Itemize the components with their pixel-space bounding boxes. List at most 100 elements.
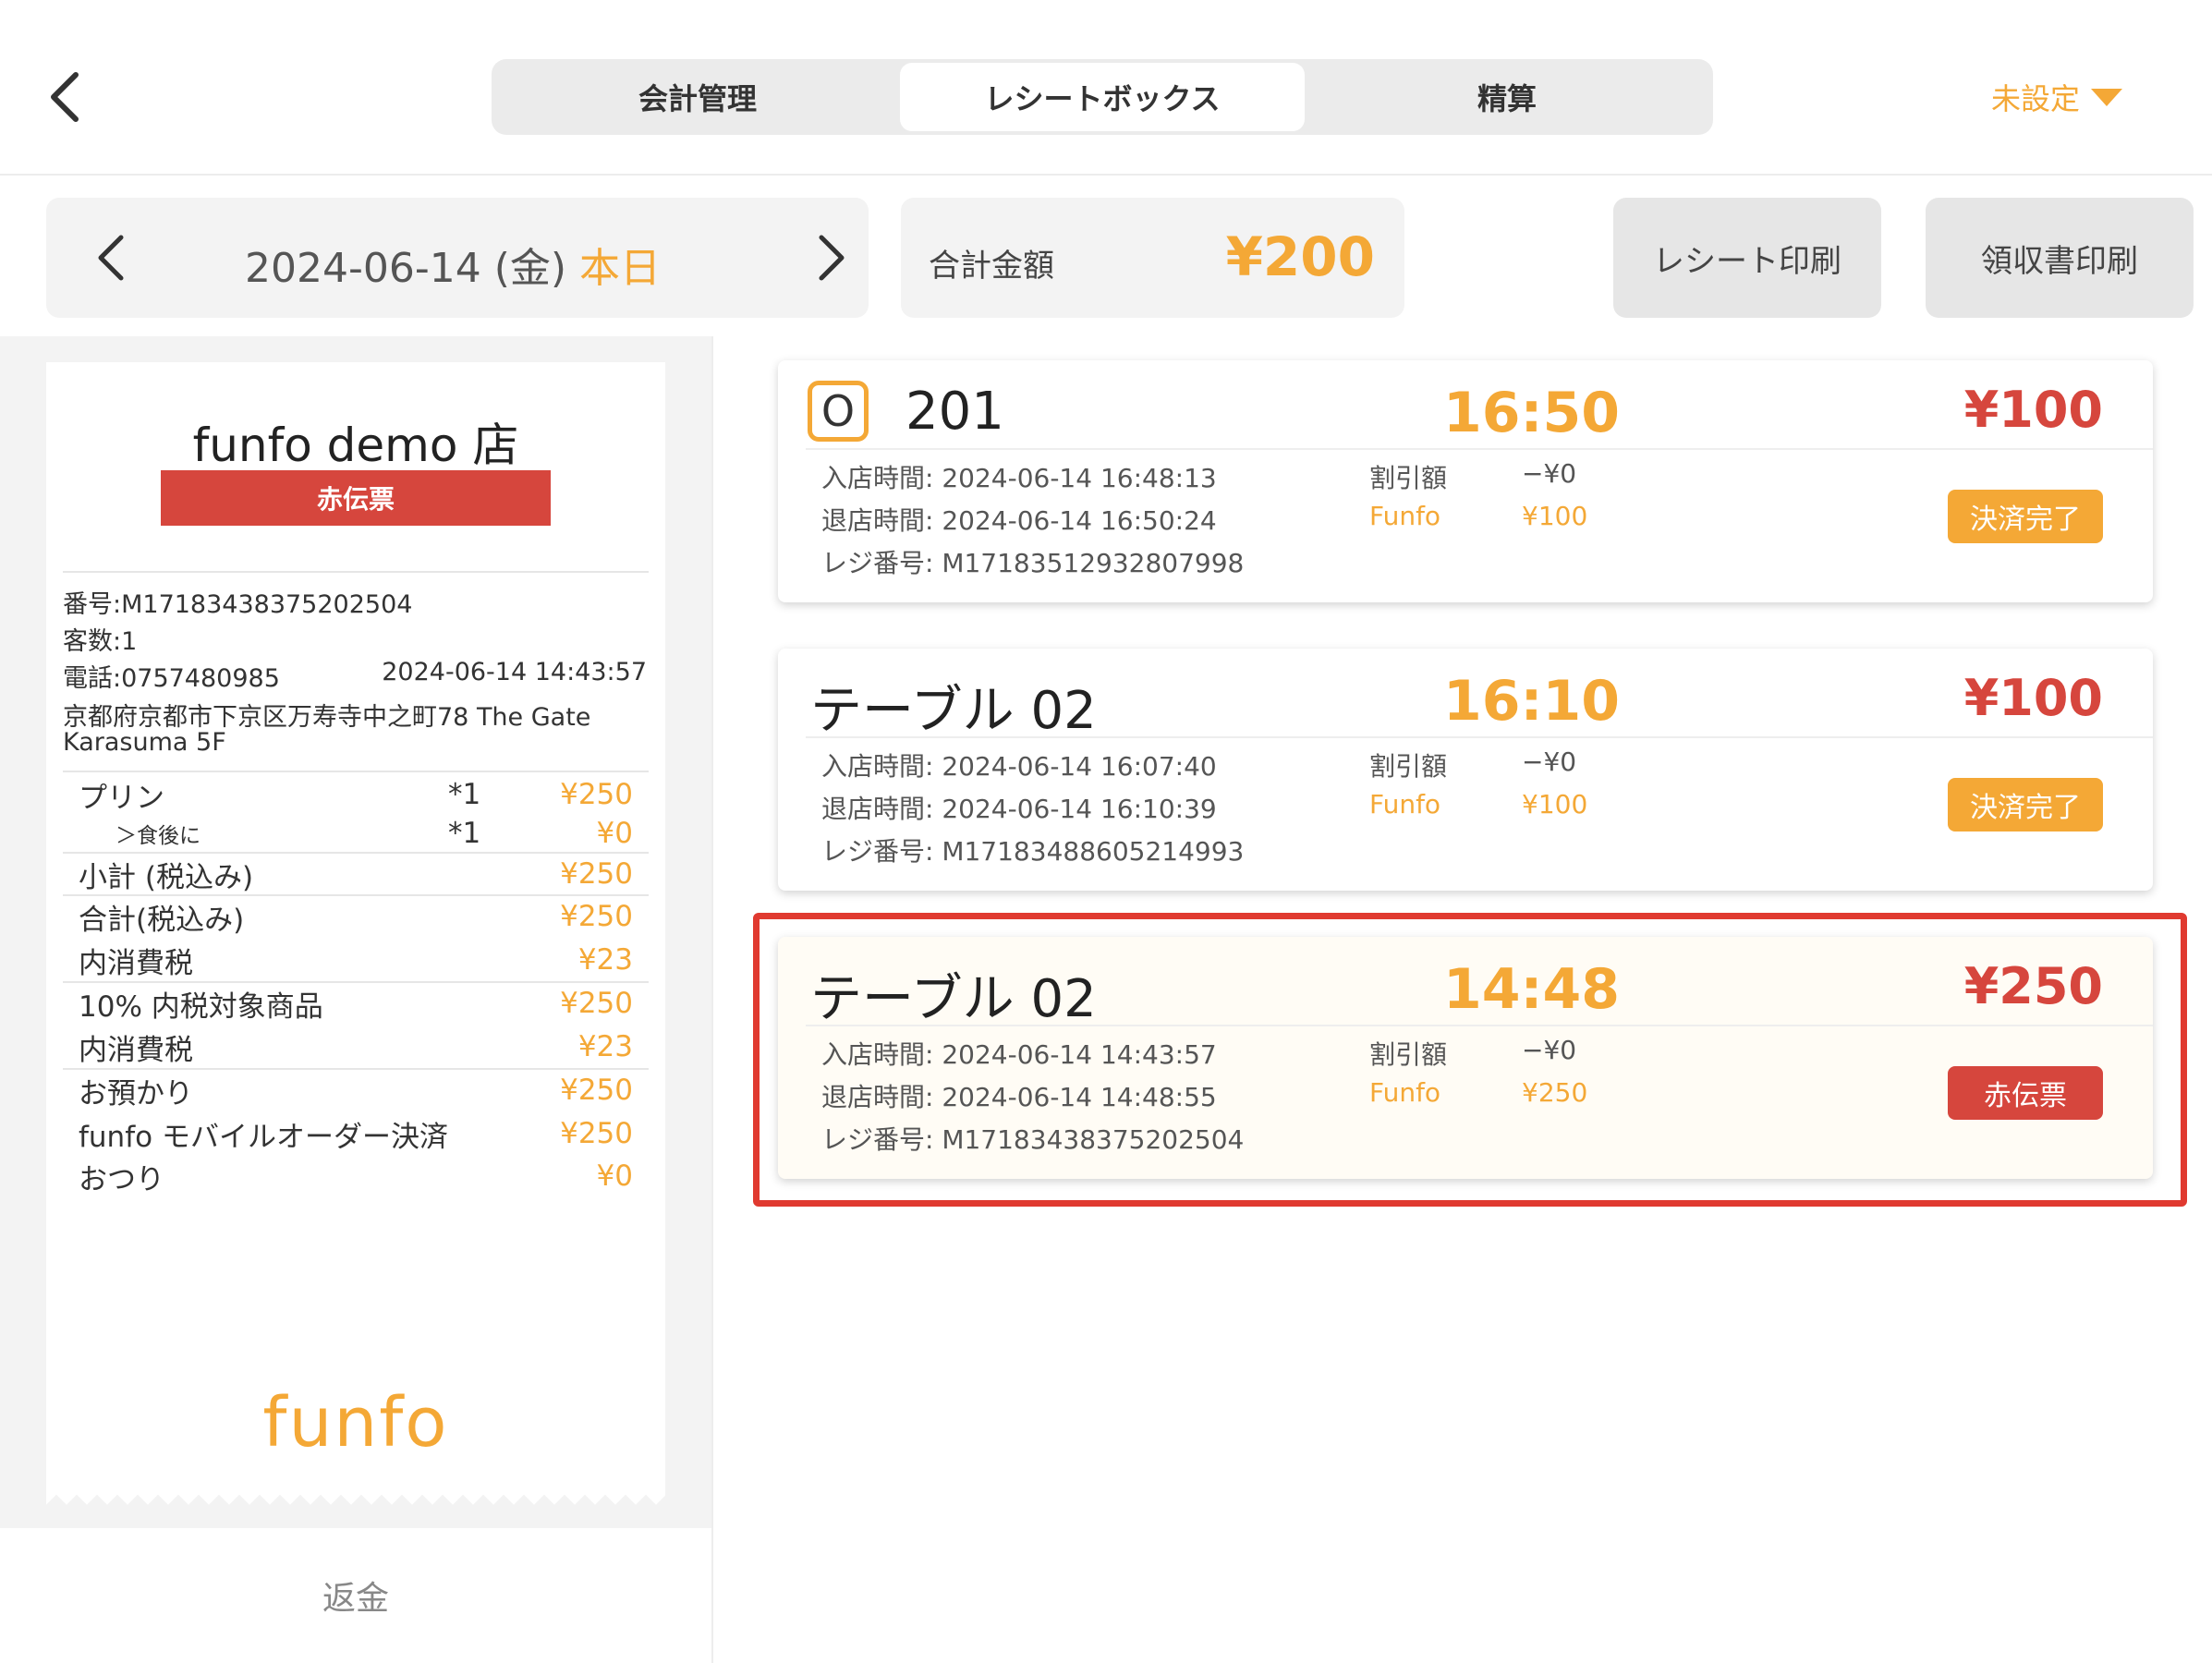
receipt-summary-row: おつり ¥0 bbox=[79, 1158, 633, 1196]
card-register-number: レジ番号: M17183438375202504 bbox=[821, 1124, 1245, 1155]
card-exit-time: 退店時間: 2024-06-14 16:50:24 bbox=[821, 505, 1217, 536]
total-amount-box: 合計金額 ¥200 bbox=[901, 198, 1404, 318]
summary-value: ¥250 bbox=[560, 1117, 633, 1150]
back-button[interactable] bbox=[37, 65, 92, 129]
previous-day-button[interactable] bbox=[83, 225, 139, 290]
summary-label: 10% 内税対象商品 bbox=[79, 989, 323, 1024]
card-title: テーブル 02 bbox=[810, 957, 1097, 1032]
card-entry-time: 入店時間: 2024-06-14 16:48:13 bbox=[821, 463, 1217, 493]
summary-value: ¥0 bbox=[596, 1159, 633, 1193]
summary-label: 小計 (税込み) bbox=[79, 860, 254, 894]
summary-value: ¥23 bbox=[577, 1030, 633, 1063]
divider bbox=[806, 448, 2153, 450]
payment-method-value: ¥250 bbox=[1522, 1077, 1588, 1108]
receipt-summary-row: funfo モバイルオーダー決済 ¥250 bbox=[79, 1115, 633, 1154]
receipt-summary-row: お預かり ¥250 bbox=[79, 1072, 633, 1111]
receipt-card[interactable]: テーブル 02 16:10 ¥100 入店時間: 2024-06-14 16:0… bbox=[778, 649, 2153, 891]
chevron-left-icon bbox=[51, 72, 79, 122]
receipt-summary-row: 10% 内税対象商品 ¥250 bbox=[79, 985, 633, 1024]
total-amount-label: 合計金額 bbox=[929, 248, 1054, 285]
store-select-label: 未設定 bbox=[1991, 81, 2081, 116]
total-amount-value: ¥200 bbox=[1225, 225, 1375, 288]
card-register-number: レジ番号: M17183512932807998 bbox=[821, 548, 1245, 578]
status-badge: 赤伝票 bbox=[1948, 1066, 2103, 1120]
summary-value: ¥250 bbox=[560, 857, 633, 891]
panel-divider bbox=[711, 336, 713, 1663]
tab-settlement[interactable]: 精算 bbox=[1305, 63, 1709, 131]
payment-method-label: Funfo bbox=[1369, 501, 1441, 531]
receipt-summary-row: 内消費税 ¥23 bbox=[79, 1028, 633, 1067]
receipt-number: 番号:M17183438375202504 bbox=[63, 590, 413, 619]
receipt-phone: 電話:0757480985 bbox=[63, 664, 280, 693]
tab-accounting[interactable]: 会計管理 bbox=[495, 63, 900, 131]
card-time: 16:50 bbox=[1443, 381, 1620, 445]
receipt-summary-row: 小計 (税込み) ¥250 bbox=[79, 856, 633, 894]
payment-method-value: ¥100 bbox=[1522, 501, 1588, 531]
segmented-tabs: 会計管理 レシートボックス 精算 bbox=[492, 59, 1713, 135]
summary-label: 内消費税 bbox=[79, 946, 193, 980]
store-select-dropdown[interactable]: 未設定 bbox=[1991, 76, 2123, 118]
payment-method-value: ¥100 bbox=[1522, 789, 1588, 819]
receipt-item-option-row: ＞食後に *1 ¥0 bbox=[79, 815, 633, 852]
status-badge: 決済完了 bbox=[1948, 490, 2103, 543]
card-table-name: テーブル 02 bbox=[810, 681, 1097, 741]
funfo-logo: funfo bbox=[262, 1383, 449, 1463]
item-name: プリン bbox=[79, 781, 164, 815]
discount-value: −¥0 bbox=[1522, 747, 1577, 777]
receipt-preview-panel: funfo demo 店 赤伝票 番号:M17183438375202504 客… bbox=[0, 336, 711, 1528]
invoice-print-button[interactable]: 領収書印刷 bbox=[1926, 198, 2194, 318]
card-time: 16:10 bbox=[1443, 669, 1620, 734]
divider bbox=[806, 1025, 2153, 1026]
card-time: 14:48 bbox=[1443, 957, 1620, 1022]
receipt-card[interactable]: O 201 16:50 ¥100 入店時間: 2024-06-14 16:48:… bbox=[778, 360, 2153, 602]
discount-label: 割引額 bbox=[1369, 1039, 1448, 1070]
receipt-datetime: 2024-06-14 14:43:57 bbox=[382, 658, 647, 686]
summary-label: おつり bbox=[79, 1162, 164, 1196]
tab-receipt-box[interactable]: レシートボックス bbox=[900, 63, 1305, 131]
item-qty: *1 bbox=[448, 778, 481, 811]
card-amount: ¥100 bbox=[1963, 669, 2103, 727]
receipt-card-selected[interactable]: テーブル 02 14:48 ¥250 入店時間: 2024-06-14 14:4… bbox=[778, 937, 2153, 1179]
summary-value: ¥250 bbox=[560, 987, 633, 1020]
card-entry-time: 入店時間: 2024-06-14 16:07:40 bbox=[821, 751, 1217, 782]
receipt-print-button[interactable]: レシート印刷 bbox=[1613, 198, 1881, 318]
summary-label: 内消費税 bbox=[79, 1033, 193, 1067]
card-table-name: テーブル 02 bbox=[810, 969, 1097, 1029]
order-type-badge: O bbox=[808, 381, 869, 442]
divider bbox=[806, 736, 2153, 738]
red-slip-banner: 赤伝票 bbox=[161, 470, 551, 526]
payment-method-label: Funfo bbox=[1369, 789, 1441, 819]
item-qty: *1 bbox=[448, 817, 481, 850]
summary-label: お預かり bbox=[79, 1076, 193, 1111]
refund-button[interactable]: 返金 bbox=[0, 1528, 711, 1663]
item-price: ¥250 bbox=[560, 778, 633, 811]
summary-label: 合計(税込み) bbox=[79, 903, 245, 937]
receipt-store-name: funfo demo 店 bbox=[192, 419, 519, 472]
discount-value: −¥0 bbox=[1522, 1035, 1577, 1065]
next-day-button[interactable] bbox=[804, 225, 859, 290]
status-badge: 決済完了 bbox=[1948, 778, 2103, 832]
caret-down-icon bbox=[2091, 88, 2123, 106]
card-title: テーブル 02 bbox=[810, 669, 1097, 744]
card-exit-time: 退店時間: 2024-06-14 16:10:39 bbox=[821, 794, 1217, 824]
date-navigator: 2024-06-14 (金) 本日 bbox=[46, 198, 869, 318]
card-register-number: レジ番号: M17183488605214993 bbox=[821, 836, 1245, 867]
divider bbox=[63, 771, 649, 772]
summary-label: funfo モバイルオーダー決済 bbox=[79, 1120, 448, 1154]
today-label: 本日 bbox=[579, 245, 662, 292]
card-amount: ¥100 bbox=[1963, 381, 2103, 439]
receipt-item-row: プリン *1 ¥250 bbox=[79, 776, 633, 815]
discount-label: 割引額 bbox=[1369, 463, 1448, 493]
summary-value: ¥250 bbox=[560, 900, 633, 933]
receipt-address-line2: Karasuma 5F bbox=[63, 728, 226, 757]
discount-label: 割引額 bbox=[1369, 751, 1448, 782]
receipt-torn-edge bbox=[46, 1485, 665, 1505]
top-bar: 会計管理 レシートボックス 精算 未設定 bbox=[0, 0, 2212, 176]
receipt-paper: funfo demo 店 赤伝票 番号:M17183438375202504 客… bbox=[46, 362, 665, 1485]
receipt-summary-row: 合計(税込み) ¥250 bbox=[79, 898, 633, 937]
current-date[interactable]: 2024-06-14 (金) 本日 bbox=[245, 235, 661, 294]
card-amount: ¥250 bbox=[1963, 957, 2103, 1015]
chevron-left-icon bbox=[98, 235, 124, 281]
receipt-guests: 客数:1 bbox=[63, 627, 138, 656]
item-name: ＞食後に bbox=[115, 824, 201, 848]
